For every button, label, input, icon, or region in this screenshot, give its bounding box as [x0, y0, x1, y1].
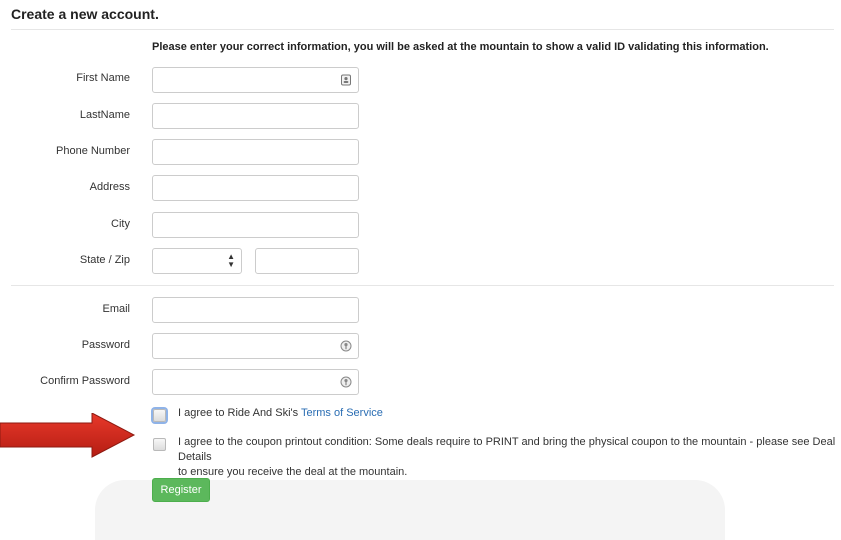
- terms-of-service-link[interactable]: Terms of Service: [301, 407, 383, 419]
- key-icon: [340, 376, 352, 388]
- zip-input[interactable]: [255, 248, 359, 274]
- coupon-agreement-text: I agree to the coupon printout condition…: [178, 435, 841, 480]
- terms-agreement-text: I agree to Ride And Ski's Terms of Servi…: [178, 406, 383, 421]
- email-input[interactable]: [152, 297, 359, 323]
- address-label: Address: [89, 181, 130, 193]
- state-select[interactable]: ▲ ▼: [152, 248, 242, 274]
- city-input[interactable]: [152, 212, 359, 238]
- last-name-input[interactable]: [152, 103, 359, 129]
- last-name-label: LastName: [79, 109, 130, 121]
- page-title: Create a new account.: [11, 6, 159, 22]
- coupon-line-2: to ensure you receive the deal at the mo…: [178, 466, 408, 478]
- first-name-label: First Name: [76, 72, 130, 84]
- divider-middle: [11, 285, 834, 286]
- phone-number-input[interactable]: [152, 139, 359, 165]
- address-input[interactable]: [152, 175, 359, 201]
- confirm-password-label: Confirm Password: [40, 375, 130, 387]
- first-name-input[interactable]: [152, 67, 359, 93]
- register-button[interactable]: Register: [152, 478, 210, 502]
- terms-checkbox[interactable]: [153, 409, 166, 422]
- state-zip-label: State / Zip: [79, 254, 130, 266]
- intro-text: Please enter your correct information, y…: [152, 41, 769, 53]
- password-input[interactable]: [152, 333, 359, 359]
- city-label: City: [111, 218, 130, 230]
- up-down-arrows-icon: ▲ ▼: [227, 252, 235, 269]
- terms-prefix: I agree to Ride And Ski's: [178, 407, 301, 419]
- confirm-password-input[interactable]: [152, 369, 359, 395]
- email-label: Email: [102, 303, 130, 315]
- coupon-line-1: I agree to the coupon printout condition…: [178, 436, 836, 463]
- contact-card-icon: [341, 74, 351, 86]
- key-icon: [340, 340, 352, 352]
- divider-top: [11, 29, 834, 30]
- coupon-checkbox[interactable]: [153, 438, 166, 451]
- phone-number-label: Phone Number: [56, 145, 130, 157]
- red-arrow-icon: [0, 413, 136, 458]
- password-label: Password: [81, 339, 130, 351]
